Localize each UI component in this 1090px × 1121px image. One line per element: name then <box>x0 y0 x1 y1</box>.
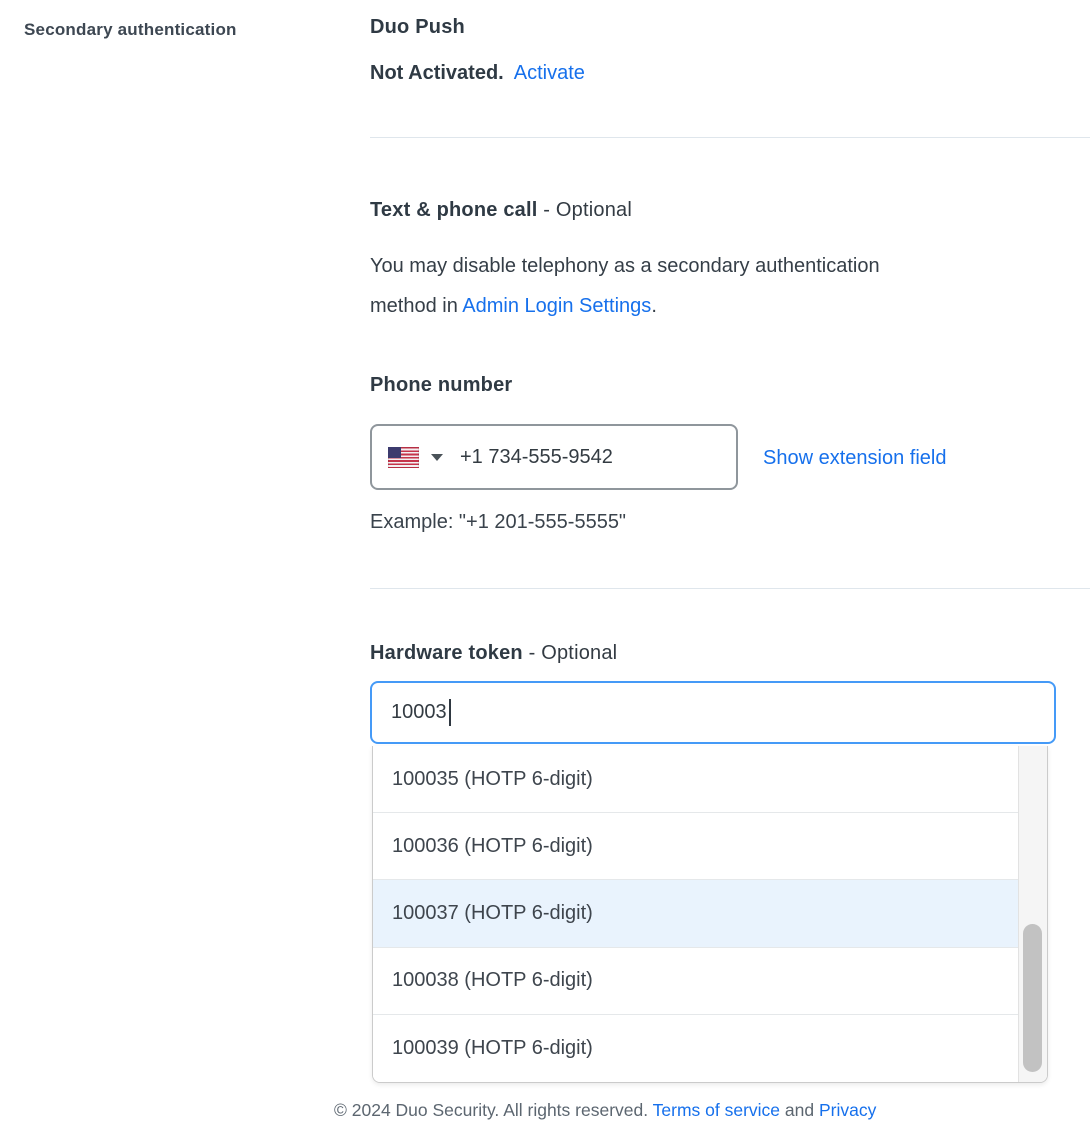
footer-text: © 2024 Duo Security. All rights reserved… <box>334 1100 876 1121</box>
footer-separator: and <box>780 1100 819 1120</box>
hardware-token-heading: Hardware token - Optional <box>370 642 617 665</box>
duo-push-heading: Duo Push <box>370 16 465 39</box>
admin-login-settings-link[interactable]: Admin Login Settings <box>462 295 651 317</box>
activate-link[interactable]: Activate <box>514 62 585 84</box>
dropdown-scrollbar-track[interactable] <box>1018 746 1047 1082</box>
hardware-token-dropdown: 100035 (HOTP 6-digit) 100036 (HOTP 6-dig… <box>372 746 1048 1083</box>
duo-push-status: Not Activated. <box>370 62 504 84</box>
chevron-down-icon <box>431 454 443 461</box>
footer-copyright: © 2024 Duo Security. All rights reserved… <box>334 1100 653 1120</box>
hardware-token-input-value: 10003 <box>391 701 447 724</box>
dropdown-option[interactable]: 100038 (HOTP 6-digit) <box>373 948 1018 1015</box>
dropdown-option-list: 100035 (HOTP 6-digit) 100036 (HOTP 6-dig… <box>373 746 1018 1082</box>
hardware-token-optional-label: - Optional <box>523 642 617 664</box>
telephony-heading: Text & phone call - Optional <box>370 199 632 222</box>
show-extension-field-link[interactable]: Show extension field <box>763 447 946 470</box>
dropdown-option[interactable]: 100039 (HOTP 6-digit) <box>373 1015 1018 1082</box>
privacy-link[interactable]: Privacy <box>819 1100 876 1120</box>
us-flag-icon <box>388 447 419 468</box>
section-label-secondary-authentication: Secondary authentication <box>24 20 237 40</box>
dropdown-option[interactable]: 100035 (HOTP 6-digit) <box>373 746 1018 813</box>
dropdown-scrollbar-thumb[interactable] <box>1023 924 1042 1072</box>
phone-example-text: Example: "+1 201-555-5555" <box>370 511 626 534</box>
telephony-optional-label: - Optional <box>538 199 632 221</box>
terms-of-service-link[interactable]: Terms of service <box>653 1100 780 1120</box>
telephony-description-period: . <box>651 295 657 317</box>
phone-number-field[interactable]: +1 734-555-9542 <box>370 424 738 490</box>
section-divider <box>370 137 1090 138</box>
country-selector[interactable] <box>388 447 443 468</box>
phone-number-label: Phone number <box>370 374 512 397</box>
dropdown-option[interactable]: 100036 (HOTP 6-digit) <box>373 813 1018 880</box>
text-cursor <box>449 699 451 726</box>
dropdown-option-highlighted[interactable]: 100037 (HOTP 6-digit) <box>373 880 1018 947</box>
hardware-token-input[interactable]: 10003 <box>370 681 1056 744</box>
telephony-description: You may disable telephony as a secondary… <box>370 246 945 326</box>
phone-number-value: +1 734-555-9542 <box>460 446 613 469</box>
duo-push-status-line: Not Activated. Activate <box>370 62 585 85</box>
telephony-heading-title: Text & phone call <box>370 199 538 221</box>
hardware-token-heading-title: Hardware token <box>370 642 523 664</box>
section-divider <box>370 588 1090 589</box>
